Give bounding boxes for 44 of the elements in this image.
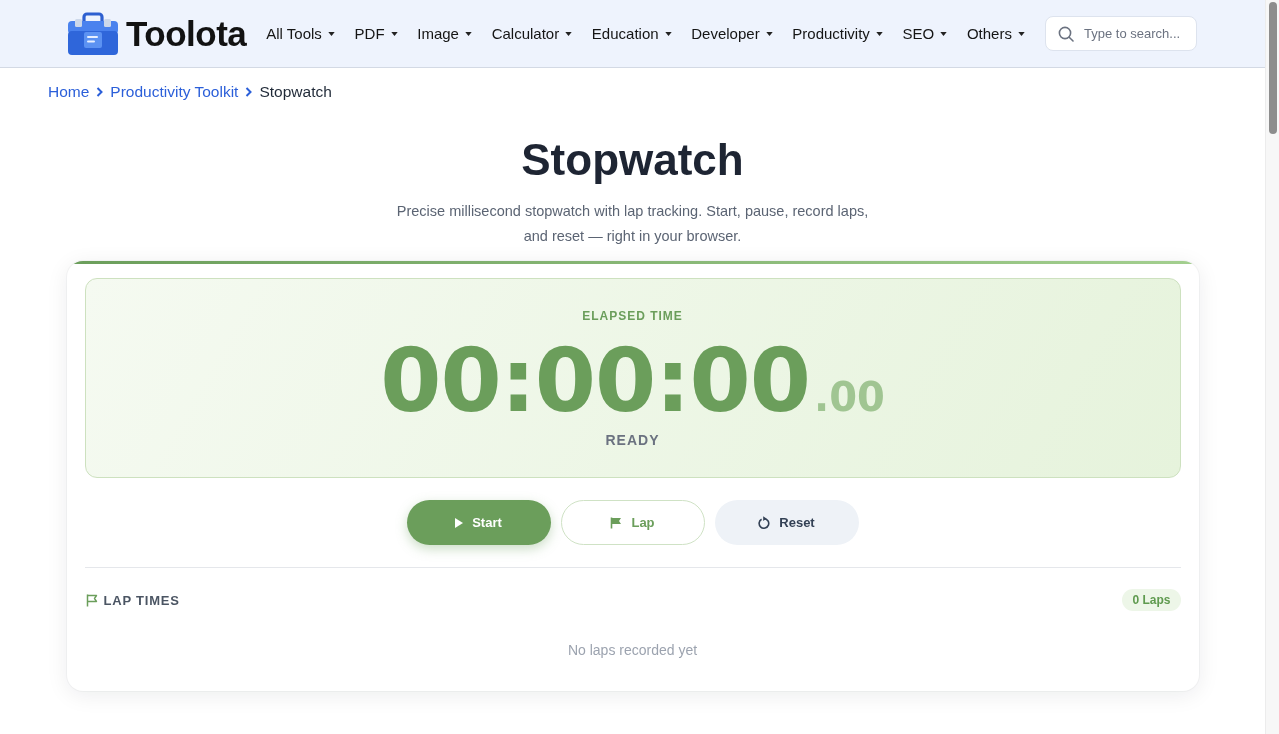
- flag-icon: [85, 593, 98, 607]
- chevron-icon: [96, 87, 104, 97]
- logo[interactable]: Toolota: [68, 12, 247, 55]
- caret-icon: [1017, 31, 1025, 36]
- page-description: Precise millisecond stopwatch with lap tracking. Start, pause, record laps, and reset — right in your browser.: [395, 202, 870, 246]
- caret-icon: [390, 31, 398, 36]
- caret-icon: [765, 31, 773, 36]
- nav-link[interactable]: PDF: [354, 25, 398, 42]
- status-text: READY: [605, 431, 660, 449]
- chevron-icon: [245, 87, 253, 97]
- search-icon: [1058, 26, 1074, 42]
- caret-icon: [875, 31, 883, 36]
- caret-icon: [940, 31, 948, 36]
- play-icon: [455, 517, 464, 528]
- nav-link[interactable]: Developer: [691, 25, 773, 42]
- caret-icon: [464, 31, 472, 36]
- breadcrumb-link[interactable]: Productivity Toolkit: [110, 83, 239, 101]
- nav-link[interactable]: Others: [966, 25, 1025, 42]
- reset-button[interactable]: Reset: [714, 500, 859, 545]
- nav-link[interactable]: Image: [417, 25, 472, 42]
- elapsed-time: 00:00:00: [380, 337, 810, 425]
- nav-link[interactable]: Education: [591, 25, 672, 42]
- toolbox-icon: [68, 12, 118, 55]
- logo-text: Toolota: [126, 13, 247, 54]
- elapsed-time-label: ELAPSED TIME: [582, 308, 683, 324]
- nav-link[interactable]: SEO: [902, 25, 948, 42]
- scrollbar-thumb[interactable]: [1268, 2, 1277, 134]
- page-title: Stopwatch: [520, 134, 745, 186]
- nav-link[interactable]: All Tools: [266, 25, 335, 42]
- caret-icon: [327, 31, 335, 36]
- caret-icon: [664, 31, 672, 36]
- empty-laps-message: No laps recorded yet: [566, 641, 699, 659]
- nav-link[interactable]: Productivity: [792, 25, 883, 42]
- circular-arrow-icon: [758, 516, 771, 529]
- nav-link[interactable]: Calculator: [491, 25, 573, 42]
- lap-times-heading: LAP TIMES: [103, 592, 180, 608]
- breadcrumb-current: Stopwatch: [259, 83, 332, 101]
- search-field[interactable]: Type to search...: [1045, 16, 1197, 51]
- breadcrumb-link[interactable]: Home: [48, 83, 90, 101]
- flag-icon: [610, 516, 623, 529]
- caret-icon: [565, 31, 573, 36]
- scrollbar[interactable]: [1265, 0, 1279, 734]
- lap-count-badge: 0 Laps: [1122, 589, 1181, 611]
- elapsed-hundredths: .00: [813, 377, 885, 417]
